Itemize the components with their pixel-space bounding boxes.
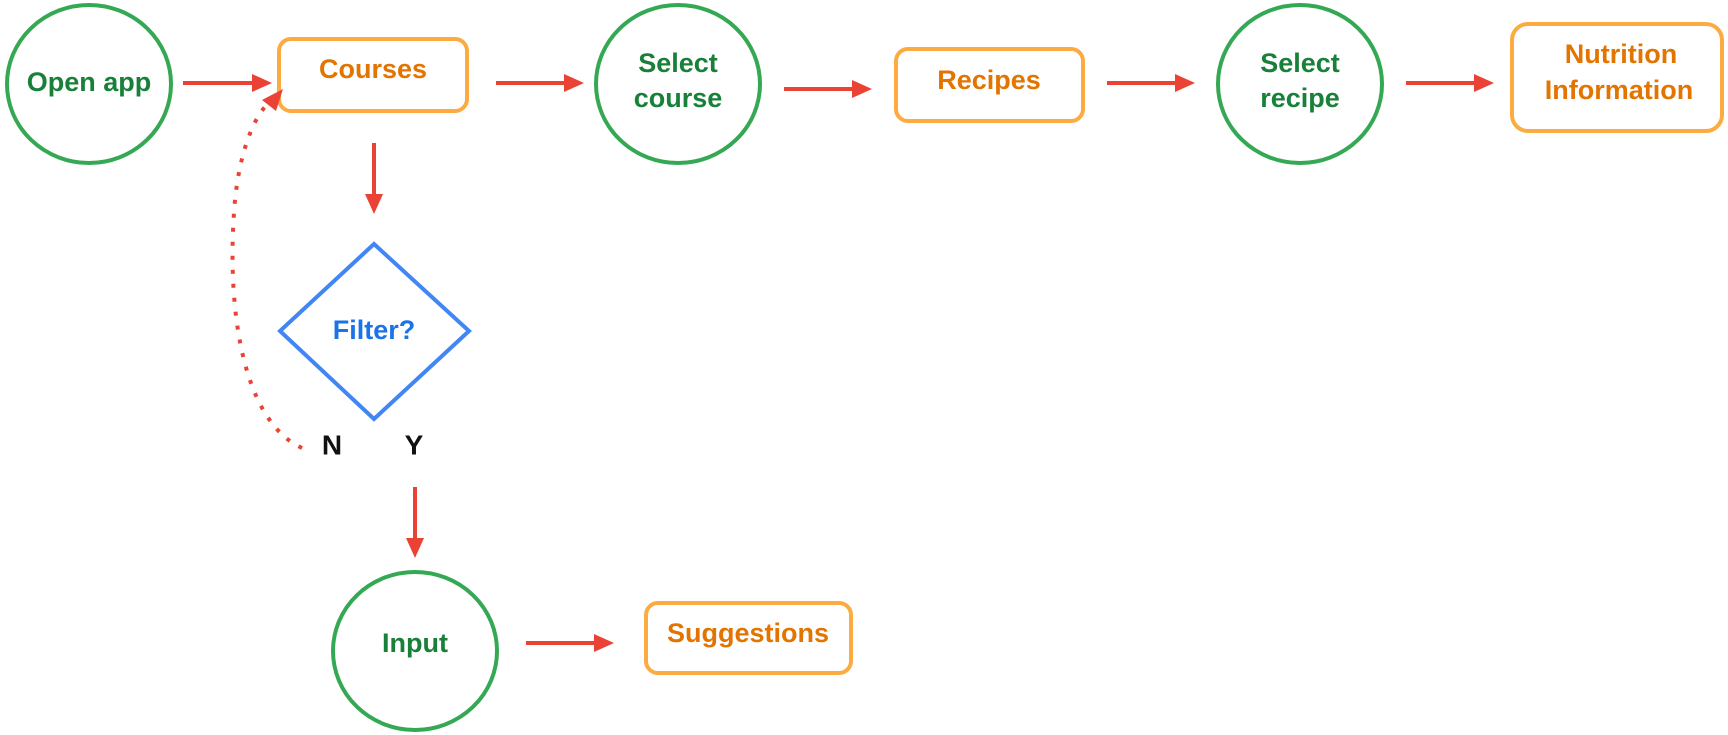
node-suggestions[interactable]: Suggestions: [644, 601, 853, 675]
select-course-label-line2: course: [634, 83, 723, 113]
node-courses[interactable]: Courses: [277, 37, 469, 113]
nutrition-label-line2: Information: [1545, 75, 1694, 105]
node-select-course[interactable]: Select course: [594, 3, 762, 165]
select-recipe-label-line1: Select: [1260, 48, 1340, 78]
select-recipe-label-line2: recipe: [1260, 83, 1340, 113]
node-select-recipe[interactable]: Select recipe: [1216, 3, 1384, 165]
node-filter-decision[interactable]: Filter?: [277, 241, 472, 422]
node-nutrition-information[interactable]: Nutrition Information: [1510, 22, 1724, 133]
node-input[interactable]: Input: [331, 570, 499, 732]
select-course-label-line1: Select: [638, 48, 718, 78]
flowchart-canvas: Open app Courses Select course Recipes S…: [5, 3, 1724, 732]
edge-select-recipe-to-nutrition: [1406, 74, 1494, 92]
edge-select-course-to-recipes: [784, 80, 872, 98]
edge-courses-to-filter: [365, 143, 383, 214]
nutrition-label-line1: Nutrition: [1565, 39, 1677, 69]
edge-courses-to-select-course: [496, 74, 584, 92]
arrowhead-icon: [406, 538, 424, 558]
open-app-label: Open app: [27, 67, 152, 97]
node-open-app[interactable]: Open app: [5, 3, 173, 165]
arrowhead-icon: [852, 80, 872, 98]
branch-label-no: N: [322, 429, 342, 460]
arrowhead-icon: [365, 194, 383, 214]
edge-filter-yes-to-input: [406, 487, 424, 558]
arrowhead-icon: [1175, 74, 1195, 92]
edge-recipes-to-select-recipe: [1107, 74, 1195, 92]
suggestions-label: Suggestions: [667, 618, 829, 648]
arrowhead-icon: [594, 634, 614, 652]
edge-dotted-curve: [230, 102, 303, 450]
node-recipes[interactable]: Recipes: [894, 47, 1085, 123]
arrowhead-icon: [564, 74, 584, 92]
input-label: Input: [382, 628, 448, 658]
recipes-label: Recipes: [937, 65, 1041, 95]
arrowhead-icon: [252, 74, 272, 92]
branch-label-yes: Y: [405, 429, 424, 460]
filter-label: Filter?: [333, 315, 416, 345]
edge-filter-no-to-courses: [230, 89, 303, 450]
edge-input-to-suggestions: [526, 634, 614, 652]
edge-open-app-to-courses: [183, 74, 272, 92]
courses-label: Courses: [319, 54, 427, 84]
arrowhead-icon: [1474, 74, 1494, 92]
